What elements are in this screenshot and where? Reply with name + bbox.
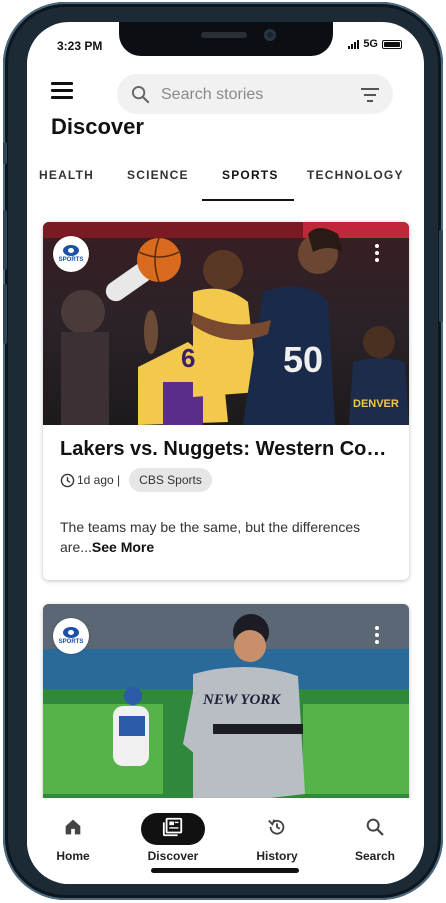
tab-technology[interactable]: TECHNOLOGY xyxy=(307,168,404,182)
front-camera xyxy=(264,29,276,41)
network-type: 5G xyxy=(363,38,378,50)
active-tab-indicator xyxy=(202,199,294,201)
source-logo: SPORTS xyxy=(53,618,89,654)
tab-sports[interactable]: SPORTS xyxy=(222,168,279,182)
article-snippet: The teams may be the same, but the diffe… xyxy=(60,517,390,557)
clock-icon xyxy=(60,473,75,487)
phone-frame: 3:23 PM 5G Discover HEALTH SCIENCE SPORT… xyxy=(3,2,443,900)
home-indicator[interactable] xyxy=(151,868,299,873)
article-image[interactable]: 6 50 DENVER SPORTS xyxy=(43,222,409,425)
speaker xyxy=(201,32,247,38)
tab-science[interactable]: SCIENCE xyxy=(127,168,189,182)
power-button xyxy=(439,230,443,322)
source-logo-text: SPORTS xyxy=(58,257,84,263)
search-icon xyxy=(131,85,150,104)
baseball-photo: NEW YORK xyxy=(43,604,409,807)
see-more-link[interactable]: See More xyxy=(92,539,154,555)
search-input[interactable] xyxy=(159,82,353,108)
jersey-number: 6 xyxy=(181,343,195,373)
history-icon xyxy=(268,819,285,835)
nav-search-label: Search xyxy=(354,849,396,863)
nav-history-label: History xyxy=(256,849,298,863)
mute-switch xyxy=(3,142,7,164)
eye-logo-icon xyxy=(63,627,79,638)
app-screen: 3:23 PM 5G Discover HEALTH SCIENCE SPORT… xyxy=(27,22,424,884)
article-card[interactable]: NEW YORK SPORTS xyxy=(43,604,409,814)
more-options-icon[interactable] xyxy=(375,244,379,265)
filter-icon[interactable] xyxy=(361,88,379,106)
volume-down-button xyxy=(3,284,7,344)
category-tabs: HEALTH SCIENCE SPORTS TECHNOLOGY xyxy=(27,162,424,202)
article-meta: 1d ago | CBS Sports xyxy=(60,468,212,492)
search-bar[interactable] xyxy=(117,74,393,114)
jersey-text: NEW YORK xyxy=(202,692,281,708)
jersey-text: DENVER xyxy=(353,398,399,410)
article-image[interactable]: NEW YORK SPORTS xyxy=(43,604,409,807)
nav-history[interactable]: History xyxy=(237,816,317,863)
tab-health[interactable]: HEALTH xyxy=(39,168,94,182)
nav-home-label: Home xyxy=(56,849,90,863)
search-icon xyxy=(366,818,384,836)
nav-discover-label: Discover xyxy=(147,849,199,863)
source-chip[interactable]: CBS Sports xyxy=(129,468,212,492)
signal-icon xyxy=(348,39,360,49)
home-icon xyxy=(65,819,81,835)
article-card[interactable]: 6 50 DENVER SPORTS Lakers vs. Nuggets: W… xyxy=(43,222,409,580)
status-time: 3:23 PM xyxy=(57,39,103,53)
nav-search[interactable]: Search xyxy=(335,816,415,863)
battery-icon xyxy=(382,39,402,49)
jersey-number: 50 xyxy=(283,339,323,380)
hamburger-menu-icon[interactable] xyxy=(51,82,73,100)
article-headline[interactable]: Lakers vs. Nuggets: Western Conference F… xyxy=(60,438,396,461)
nav-home[interactable]: Home xyxy=(33,816,113,863)
nav-discover[interactable]: Discover xyxy=(133,816,213,863)
source-logo-text: SPORTS xyxy=(58,639,84,645)
volume-up-button xyxy=(3,210,7,270)
article-time: 1d ago | xyxy=(77,473,121,487)
page-title: Discover xyxy=(51,114,144,139)
eye-logo-icon xyxy=(63,245,79,256)
notch xyxy=(119,22,333,56)
basketball-photo: 6 50 DENVER xyxy=(43,222,409,425)
source-logo: SPORTS xyxy=(53,236,89,272)
newspaper-icon xyxy=(162,817,183,837)
more-options-icon[interactable] xyxy=(375,626,379,647)
status-indicators: 5G xyxy=(348,38,402,50)
